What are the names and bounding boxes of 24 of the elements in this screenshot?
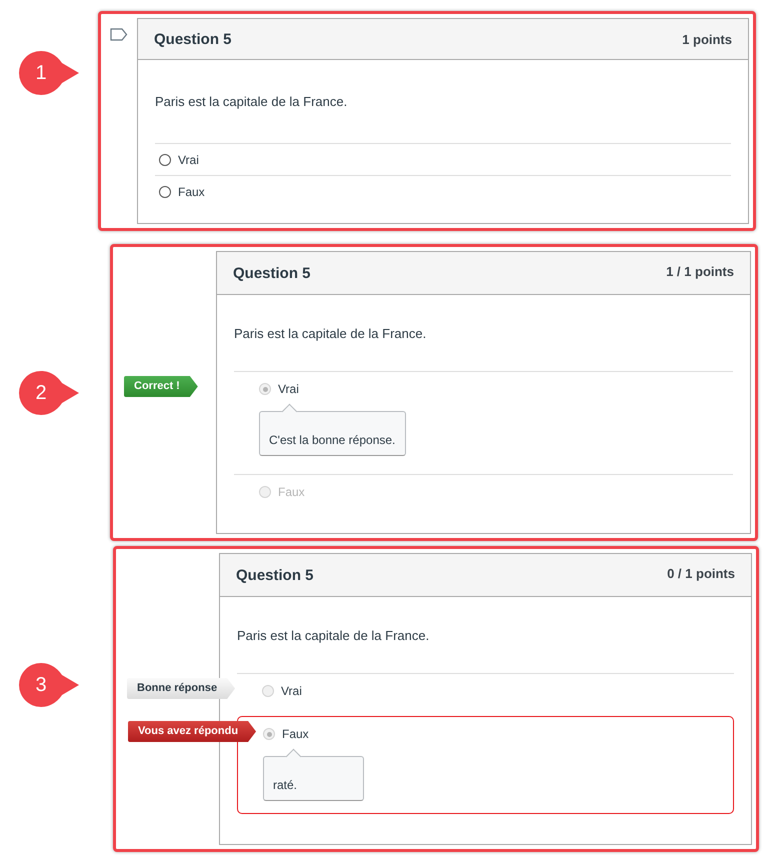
flag-icon[interactable] <box>110 28 128 41</box>
points-label: 0 / 1 points <box>667 566 735 581</box>
step-marker: 3 <box>18 661 80 709</box>
answer-tag: Vous avez répondu <box>128 721 256 742</box>
radio-button[interactable] <box>159 154 171 166</box>
question-title: Question 5 <box>236 567 314 584</box>
answer-tag: Bonne réponse <box>127 678 236 699</box>
step-marker: 2 <box>18 369 80 417</box>
step-marker: 1 <box>18 49 80 97</box>
question-title: Question 5 <box>154 30 232 48</box>
answer-label: Vrai <box>281 684 302 698</box>
answer-label: Faux <box>282 727 309 741</box>
answer-label: Faux <box>178 185 205 199</box>
radio-button[interactable] <box>159 186 171 198</box>
question-text: Paris est la capitale de la France. <box>237 628 430 643</box>
question-text: Paris est la capitale de la France. <box>155 94 348 109</box>
question-title: Question 5 <box>233 265 311 282</box>
answer-label: Vrai <box>178 153 199 167</box>
answer-tag: Correct ! <box>124 376 198 397</box>
answer-label: Vrai <box>278 382 299 396</box>
points-label: 1 / 1 points <box>666 264 734 279</box>
question-text: Paris est la capitale de la France. <box>234 326 428 341</box>
answer-label: Faux <box>278 485 305 499</box>
points-label: 1 points <box>682 32 732 46</box>
